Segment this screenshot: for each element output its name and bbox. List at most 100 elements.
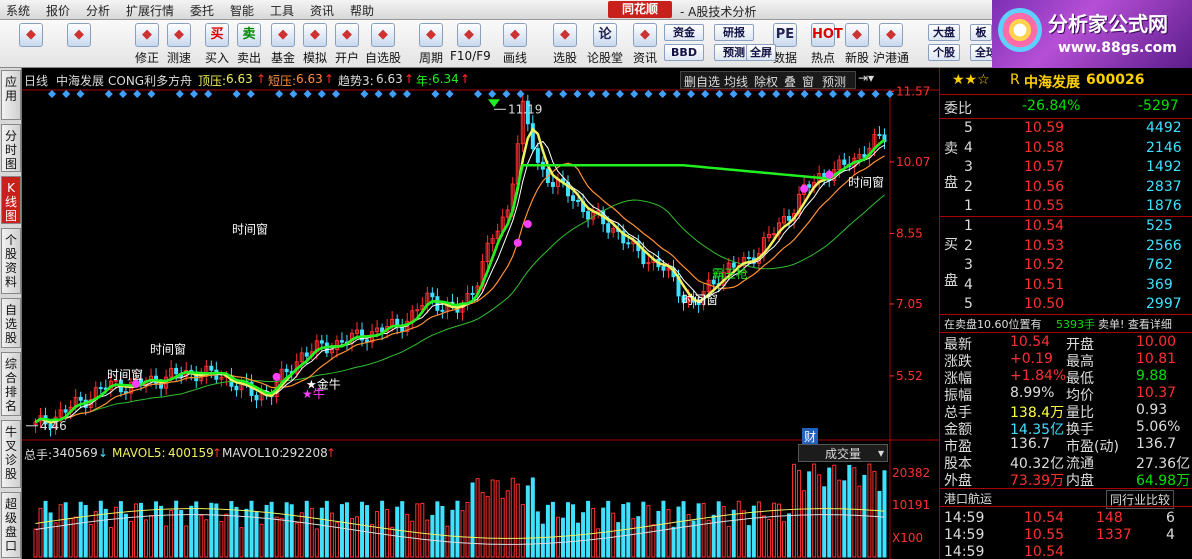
window-button[interactable]: 窗: [802, 73, 814, 90]
volume-bar-135: [711, 514, 716, 558]
finance-badge[interactable]: 财: [802, 428, 819, 445]
kline-chart-panel[interactable]: 11.57 10.07 8.55 7.05 5.52 时间窗 时间窗 时间窗 时间窗 时间窗 霸王枪…: [22, 68, 939, 559]
ex-rights-button[interactable]: 除权: [754, 73, 778, 90]
short-resist-value: 6.63: [296, 72, 323, 86]
candle-body-100: [535, 148, 540, 163]
toolbar-pen-button[interactable]: ◆ 画线: [496, 22, 534, 66]
tick-price: 10.55: [1024, 527, 1065, 543]
toolbar-lock-button[interactable]: ◆ 开户: [328, 22, 366, 66]
volume-bar-6: [63, 502, 68, 558]
candle-body-81: [440, 309, 445, 312]
menu-analysis[interactable]: 分析: [86, 2, 110, 19]
formula-name-label[interactable]: CONG利多方舟: [108, 72, 192, 89]
menu-news[interactable]: 资讯: [310, 2, 334, 19]
toolbar-button-label: 热点: [810, 51, 835, 65]
mavol5-label: MAVOL5:: [112, 446, 166, 460]
year-up-arrow-icon: ↑: [460, 72, 471, 86]
toolbar-select-button[interactable]: ◆ 选股: [546, 22, 584, 66]
chart-annotation-7: ★牛: [302, 386, 325, 401]
menu-extended-quote[interactable]: 扩展行情: [126, 2, 174, 19]
left-tab-5[interactable]: 综合排名: [1, 352, 21, 416]
tick-vol: 148: [1096, 510, 1123, 526]
high-price-label: 11.19: [508, 102, 542, 116]
volume-bar-17: [118, 501, 123, 558]
menu-system[interactable]: 系统: [6, 2, 30, 19]
pill-ban-button[interactable]: 板: [970, 24, 992, 41]
toolbar-grid-button[interactable]: ◆: [12, 22, 50, 66]
buy-side-label-2: 盘: [944, 273, 958, 289]
pill-geban-button[interactable]: 个股: [928, 44, 960, 61]
toolbar-forum-button[interactable]: 论论股堂: [586, 22, 624, 66]
mavol10-label: MAVOL10:: [222, 446, 284, 460]
year-label: 年:: [416, 74, 433, 88]
toolbar-period-button[interactable]: ◆ 周期: [412, 22, 450, 66]
remove-watchlist-button[interactable]: 删自选: [684, 73, 720, 90]
chart-bg: [22, 68, 939, 559]
sell-lvl: 2: [964, 178, 973, 195]
chart-tool-bar: 删自选 均线 除权 叠 窗 预测: [680, 71, 856, 89]
menu-help[interactable]: 帮助: [350, 2, 374, 19]
candle-body-61: [339, 340, 344, 343]
left-tab-7[interactable]: 超级盘口: [1, 492, 21, 558]
indicator-selector[interactable]: 成交量: [798, 444, 888, 462]
lock-icon: ◆: [335, 23, 359, 47]
toolbar-clock-button[interactable]: ◆ 测速: [160, 22, 198, 66]
menu-smart[interactable]: 智能: [230, 2, 254, 19]
big-order-notice[interactable]: 在卖盘10.60位置有: [944, 316, 1042, 332]
volume-bar-125: [661, 500, 666, 558]
candle-body-80: [435, 296, 440, 311]
left-tab-3[interactable]: 个股资料: [1, 228, 21, 294]
left-tab-4[interactable]: 自选股: [1, 298, 21, 348]
left-tab-6[interactable]: 牛叉诊股: [1, 420, 21, 488]
big-order-detail-link[interactable]: 卖单! 查看详细: [1098, 316, 1172, 332]
stat-v2: 10.37: [1136, 385, 1177, 401]
volume-bar-84: [455, 500, 460, 558]
toolbar-back-arrow-button[interactable]: ◆: [60, 22, 98, 66]
toolbar-sse-hke-button[interactable]: ◆ 沪港通: [872, 22, 910, 66]
left-tab-0[interactable]: 应用: [1, 70, 21, 120]
menu-quote[interactable]: 报价: [46, 2, 70, 19]
toolbar-news-button[interactable]: ◆ 资讯: [626, 22, 664, 66]
volume-bar-43: [249, 500, 254, 558]
volume-total-label: 总手:: [24, 448, 53, 462]
buy-lvl: 4: [964, 276, 973, 293]
toolbar-hot-button[interactable]: HOT 热点: [804, 22, 843, 66]
pill-bbd-button[interactable]: BBD: [664, 44, 704, 61]
pill-yanbao-button[interactable]: 研报: [714, 24, 754, 41]
volume-bar-121: [641, 501, 646, 558]
volume-bar-131: [691, 520, 696, 558]
volume-bar-58: [324, 500, 329, 558]
stat-v2: 0.93: [1136, 402, 1168, 418]
toolbar-star-button[interactable]: ◆ 自选股: [364, 22, 402, 66]
pill-quanping-button[interactable]: 全屏: [746, 44, 776, 61]
buy-vol: 2997: [1146, 296, 1182, 312]
left-tab-2[interactable]: K线图: [1, 176, 21, 224]
volume-bar-57: [319, 507, 324, 558]
toolbar-newstock-button[interactable]: ◆ 新股: [838, 22, 876, 66]
chart-annotation-2: 时间窗: [232, 222, 268, 236]
expand-arrow-icon[interactable]: ⇥▾: [858, 71, 874, 85]
toolbar-sell-button[interactable]: 卖卖出: [230, 22, 268, 66]
big-order-volume[interactable]: 5393手: [1056, 316, 1095, 332]
short-resist-label: 短压:: [268, 74, 297, 88]
overlay-button[interactable]: 叠: [784, 73, 796, 90]
menu-trade[interactable]: 委托: [190, 2, 214, 19]
tab-industry[interactable]: 港口航运: [944, 490, 992, 507]
volume-bar-2: [43, 500, 48, 558]
pill-dapan-button[interactable]: 大盘: [928, 24, 960, 41]
volume-bar-29: [179, 510, 184, 558]
correct-icon: ◆: [135, 23, 159, 47]
chevron-down-icon[interactable]: ▾: [878, 446, 884, 460]
forecast-button[interactable]: 预测: [822, 73, 846, 90]
toolbar-f10-button[interactable]: ◆ F10/F9: [450, 22, 491, 66]
period-label[interactable]: 日线: [24, 72, 48, 89]
pill-zijin-button[interactable]: 资金: [664, 24, 704, 41]
left-tab-1[interactable]: 分时图: [1, 124, 21, 172]
volume-bar-65: [360, 501, 365, 558]
app-logo: 同花顺: [608, 1, 672, 18]
pe-icon: PE: [773, 23, 797, 47]
period-icon: ◆: [419, 23, 443, 47]
menu-tools[interactable]: 工具: [270, 2, 294, 19]
kline-chart-svg[interactable]: 11.5710.078.557.055.52时间窗时间窗时间窗时间窗时间窗霸王枪…: [22, 68, 939, 559]
ma-button[interactable]: 均线: [724, 73, 748, 90]
